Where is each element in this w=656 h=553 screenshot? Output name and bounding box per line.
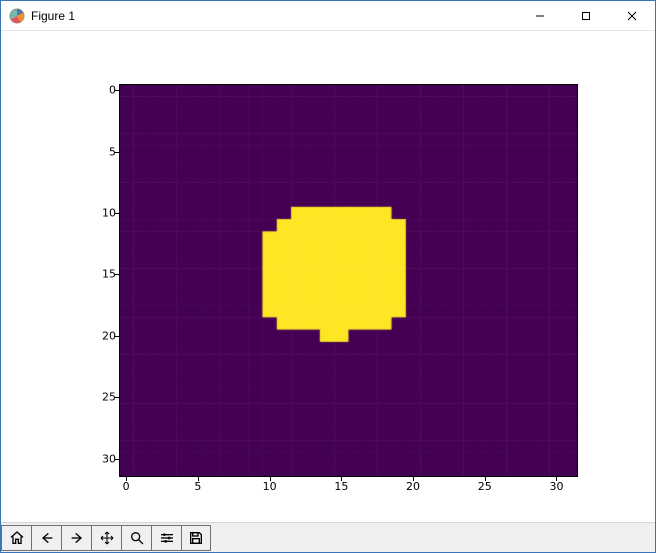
x-tick-mark <box>413 477 414 481</box>
figure-window: Figure 1 051015202530 051015202530 <box>0 0 656 553</box>
x-tick-label: 5 <box>194 480 201 493</box>
y-tick-label: 10 <box>102 206 116 219</box>
matplotlib-icon <box>9 8 25 24</box>
minimize-button[interactable] <box>517 1 563 30</box>
zoom-button[interactable] <box>121 525 151 551</box>
x-tick-label: 20 <box>406 480 420 493</box>
x-tick-label: 25 <box>478 480 492 493</box>
y-tick-mark <box>115 459 119 460</box>
home-button[interactable] <box>1 525 31 551</box>
titlebar[interactable]: Figure 1 <box>1 1 655 31</box>
window-title: Figure 1 <box>31 9 75 23</box>
subplots-button[interactable] <box>151 525 181 551</box>
axes-frame <box>119 84 578 477</box>
maximize-button[interactable] <box>563 1 609 30</box>
y-tick-label: 25 <box>102 391 116 404</box>
y-tick-label: 20 <box>102 329 116 342</box>
y-tick-mark <box>115 90 119 91</box>
y-tick-mark <box>115 213 119 214</box>
close-button[interactable] <box>609 1 655 30</box>
x-tick-mark <box>341 477 342 481</box>
forward-button[interactable] <box>61 525 91 551</box>
nav-toolbar <box>1 522 655 552</box>
x-tick-mark <box>270 477 271 481</box>
figure-canvas[interactable]: 051015202530 051015202530 <box>1 31 655 522</box>
x-tick-mark <box>198 477 199 481</box>
axes: 051015202530 051015202530 <box>119 84 578 477</box>
x-tick-label: 15 <box>334 480 348 493</box>
y-tick-mark <box>115 152 119 153</box>
save-button[interactable] <box>181 525 211 551</box>
x-tick-mark <box>485 477 486 481</box>
window-controls <box>517 1 655 30</box>
y-tick-label: 30 <box>102 452 116 465</box>
y-tick-mark <box>115 397 119 398</box>
x-tick-mark <box>126 477 127 481</box>
x-tick-label: 0 <box>123 480 130 493</box>
x-tick-label: 30 <box>549 480 563 493</box>
y-tick-label: 15 <box>102 268 116 281</box>
pan-button[interactable] <box>91 525 121 551</box>
y-tick-mark <box>115 274 119 275</box>
y-tick-mark <box>115 336 119 337</box>
x-tick-label: 10 <box>263 480 277 493</box>
x-tick-mark <box>556 477 557 481</box>
back-button[interactable] <box>31 525 61 551</box>
